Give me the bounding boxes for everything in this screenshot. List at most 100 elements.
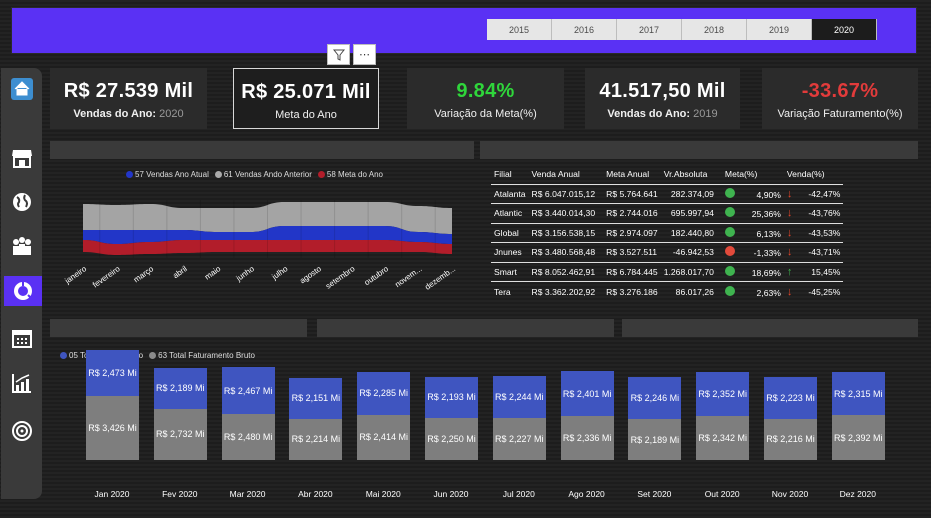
- kpi-label: Meta do Ano: [275, 109, 337, 121]
- column-header[interactable]: Vr.Absoluta: [661, 165, 722, 184]
- home-icon[interactable]: [7, 74, 37, 104]
- year-button-2016[interactable]: 2016: [552, 19, 617, 40]
- table-row[interactable]: Tera R$ 3.362.202,92 R$ 3.276.186 86.017,26…: [491, 281, 844, 301]
- year-button-2020[interactable]: 2020: [812, 19, 877, 40]
- bar-venda-bruto[interactable]: R$ 2,246 Mi: [628, 377, 682, 420]
- bar-stack[interactable]: R$ 2,193 Mi R$ 2,250 Mi: [425, 376, 478, 460]
- ribbon-month-label: janeiro: [62, 264, 88, 286]
- legend-item[interactable]: 57 Vendas Ano Atual: [126, 170, 209, 179]
- cell-abs: 86.017,26: [660, 281, 722, 301]
- table-row[interactable]: Smart R$ 8.052.462,91 R$ 6.784.445 1.268.01…: [491, 261, 844, 282]
- legend-swatch: [317, 171, 325, 178]
- x-tick-label: Abr 2020: [298, 489, 333, 499]
- bar-faturamento-bruto[interactable]: R$ 2,342 Mi: [696, 416, 750, 460]
- bar-faturamento-bruto[interactable]: R$ 3,426 Mi: [86, 395, 139, 460]
- bar-faturamento-bruto[interactable]: R$ 2,392 Mi: [831, 415, 885, 460]
- table-row[interactable]: Atalanta R$ 6.047.015,12 R$ 5.764.641 282.3…: [491, 183, 844, 204]
- bar-venda-bruto[interactable]: R$ 2,401 Mi: [560, 371, 614, 417]
- bar-venda-bruto[interactable]: R$ 2,467 Mi: [221, 367, 275, 414]
- cell-meta-pct: 6,13%: [721, 222, 784, 243]
- legend-item[interactable]: 61 Vendas Ando Anterior: [214, 170, 312, 179]
- cell-venda-pct: ↓ -42,47%: [783, 183, 844, 204]
- cell-meta-pct: -1,33%: [721, 242, 784, 262]
- bar-venda-bruto[interactable]: R$ 2,223 Mi: [764, 376, 817, 419]
- cell-venda: R$ 3.440.014,30: [528, 203, 604, 223]
- bar-stack[interactable]: R$ 2,246 Mi R$ 2,189 Mi: [628, 377, 682, 460]
- legend-item[interactable]: 58 Meta do Ano: [317, 170, 383, 179]
- x-tick-label: Out 2020: [704, 489, 740, 499]
- bar-faturamento-bruto[interactable]: R$ 2,214 Mi: [289, 418, 343, 460]
- cell-venda: R$ 8.052.462,91: [528, 261, 604, 282]
- x-tick-label: Jan 2020: [94, 489, 130, 499]
- column-header[interactable]: Venda(%): [784, 165, 844, 184]
- cell-meta-pct: 18,69%: [721, 261, 784, 282]
- year-button-2015[interactable]: 2015: [487, 19, 552, 40]
- bar-stack[interactable]: R$ 2,189 Mi R$ 2,732 Mi: [153, 367, 207, 460]
- bar-faturamento-bruto[interactable]: R$ 2,216 Mi: [764, 418, 817, 460]
- table-row[interactable]: Global R$ 3.156.538,15 R$ 2.974.097 182.440…: [491, 222, 844, 243]
- bar-faturamento-bruto[interactable]: R$ 2,480 Mi: [221, 413, 275, 460]
- bar-faturamento-bruto[interactable]: R$ 2,227 Mi: [492, 418, 546, 460]
- bar-stack[interactable]: R$ 2,244 Mi R$ 2,227 Mi: [492, 376, 546, 460]
- bar-chart-icon[interactable]: [7, 368, 37, 398]
- venda-pct-value: 15,45%: [811, 266, 841, 277]
- globe-icon[interactable]: [7, 187, 37, 217]
- legend-swatch: [214, 171, 222, 178]
- target-icon[interactable]: [7, 416, 37, 446]
- cell-meta: R$ 5.764.641: [603, 183, 661, 204]
- bar-faturamento-bruto[interactable]: R$ 2,250 Mi: [425, 417, 478, 460]
- store-icon[interactable]: [7, 143, 37, 173]
- ribbon-chart-legend: 57 Vendas Ano Atual 61 Vendas Ando Anteri…: [126, 170, 383, 179]
- ribbon-month-label: março: [132, 264, 156, 284]
- calendar-icon[interactable]: [7, 323, 37, 353]
- donut-chart-icon[interactable]: [4, 276, 42, 306]
- legend-label: 58 Meta do Ano: [326, 170, 383, 179]
- bar-stack[interactable]: R$ 2,352 Mi R$ 2,342 Mi: [696, 372, 750, 460]
- bar-faturamento-bruto[interactable]: R$ 2,189 Mi: [628, 419, 682, 460]
- year-button-2018[interactable]: 2018: [682, 19, 747, 40]
- cell-venda-pct: ↓ -43,76%: [783, 203, 844, 223]
- kpi-label: Vendas do Ano: 2020: [73, 108, 184, 120]
- legend-item[interactable]: 63 Total Faturamento Bruto: [149, 351, 255, 360]
- bar-venda-bruto[interactable]: R$ 2,285 Mi: [357, 372, 411, 415]
- bar-stack[interactable]: R$ 2,151 Mi R$ 2,214 Mi: [289, 378, 343, 460]
- bar-venda-bruto[interactable]: R$ 2,244 Mi: [492, 376, 546, 419]
- bar-venda-bruto[interactable]: R$ 2,315 Mi: [831, 371, 885, 416]
- column-header[interactable]: Filial: [491, 165, 529, 184]
- cell-filial: Smart: [491, 261, 529, 282]
- x-tick-label: Set 2020: [637, 489, 672, 499]
- people-icon[interactable]: [7, 231, 37, 261]
- bar-venda-bruto[interactable]: R$ 2,189 Mi: [153, 367, 207, 409]
- table-row[interactable]: Jnunes R$ 3.480.568,48 R$ 3.527.511 -46.942…: [491, 242, 844, 262]
- bar-faturamento-bruto[interactable]: R$ 2,414 Mi: [357, 414, 411, 460]
- column-header[interactable]: Meta(%): [722, 165, 784, 184]
- column-header[interactable]: Venda Anual: [529, 165, 604, 184]
- kpi-label: Vendas do Ano: 2019: [607, 108, 718, 120]
- bar-stack[interactable]: R$ 2,223 Mi R$ 2,216 Mi: [764, 376, 817, 460]
- bar-venda-bruto[interactable]: R$ 2,352 Mi: [696, 372, 750, 417]
- venda-pct-value: -45,25%: [808, 286, 841, 297]
- year-button-2019[interactable]: 2019: [747, 19, 812, 40]
- x-tick-label: Nov 2020: [771, 489, 809, 499]
- bar-venda-bruto[interactable]: R$ 2,473 Mi: [86, 349, 139, 396]
- year-button-2017[interactable]: 2017: [617, 19, 682, 40]
- dashboard-canvas: 2015 2016 2017 2018 2019 2020 ⋯ R$ 27.53…: [0, 0, 931, 518]
- bar-stack[interactable]: R$ 2,315 Mi R$ 2,392 Mi: [831, 371, 885, 460]
- table-row[interactable]: Atlantic R$ 3.440.014,30 R$ 2.744.016 695.9…: [491, 203, 844, 223]
- bar-stack[interactable]: R$ 2,473 Mi R$ 3,426 Mi: [86, 349, 139, 460]
- bar-venda-bruto[interactable]: R$ 2,151 Mi: [289, 378, 343, 419]
- table-header: Filial Venda Anual Meta Anual Vr.Absoluta Me…: [491, 165, 843, 184]
- bar-faturamento-bruto[interactable]: R$ 2,732 Mi: [153, 408, 207, 460]
- year-slicer: 2015 2016 2017 2018 2019 2020: [487, 19, 877, 40]
- cell-meta-pct: 2,63%: [721, 281, 784, 301]
- cell-venda: R$ 3.156.538,15: [528, 222, 604, 243]
- bar-faturamento-bruto[interactable]: R$ 2,336 Mi: [560, 416, 614, 460]
- filter-icon[interactable]: [327, 44, 350, 65]
- meta-pct-value: 4,90%: [756, 189, 781, 200]
- bar-stack[interactable]: R$ 2,285 Mi R$ 2,414 Mi: [357, 372, 411, 460]
- column-header[interactable]: Meta Anual: [603, 165, 661, 184]
- more-options-icon[interactable]: ⋯: [353, 44, 376, 65]
- bar-venda-bruto[interactable]: R$ 2,193 Mi: [425, 376, 478, 418]
- bar-stack[interactable]: R$ 2,401 Mi R$ 2,336 Mi: [560, 371, 614, 460]
- bar-stack[interactable]: R$ 2,467 Mi R$ 2,480 Mi: [221, 367, 275, 460]
